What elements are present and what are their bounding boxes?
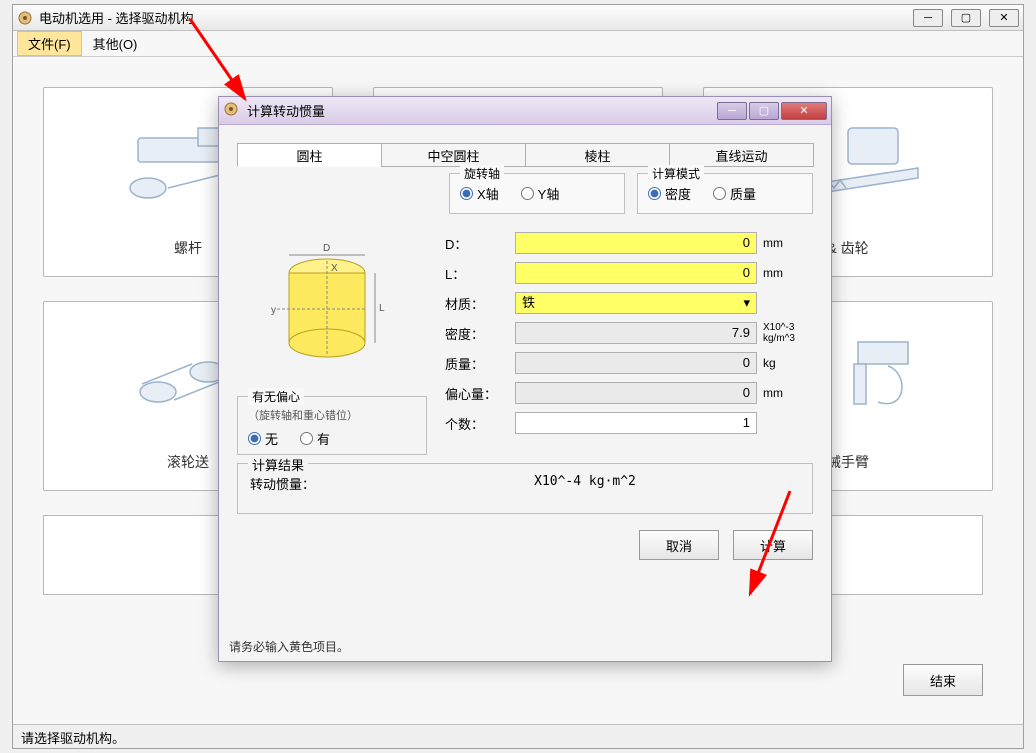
result-label: 转动惯量： [250,474,370,493]
radio-eccentric-no[interactable]: 无 [248,429,278,448]
unit-d: mm [757,236,813,250]
mode-legend: 计算模式 [648,165,704,182]
radio-density[interactable]: 密度 [648,184,691,203]
menu-other[interactable]: 其他(O) [82,31,149,56]
dialog-minimize-button[interactable]: ─ [717,102,747,120]
label-mass: 质量： [445,354,515,373]
input-count[interactable]: 1 [515,412,757,434]
main-close-button[interactable]: ✕ [989,9,1019,27]
radio-eccentric-yes[interactable]: 有 [300,429,330,448]
label-l: L： [445,264,515,283]
label-count: 个数： [445,414,515,433]
radio-x-label: X轴 [477,184,499,203]
label-d: D： [445,234,515,253]
label-density: 密度： [445,324,515,343]
main-minimize-button[interactable]: ─ [913,9,943,27]
result-value: X10^-4 kg·m^2 [370,474,800,493]
axis-groupbox: 旋转轴 X轴 Y轴 [449,173,625,214]
app-icon [17,10,33,26]
inertia-dialog: 计算转动惯量 ─ ▢ ✕ 圆柱 中空圆柱 棱柱 直线运动 旋转轴 X轴 Y轴 计… [218,96,832,662]
input-mass: 0 [515,352,757,374]
main-titlebar: 电动机选用 - 选择驱动机构 ─ ▢ ✕ [13,5,1023,31]
svg-text:X: X [331,263,338,274]
eccentric-subtitle: （旋转轴和重心错位） [248,407,416,423]
input-eccentric-amount: 0 [515,382,757,404]
select-material[interactable]: 铁 ▾ [515,292,757,314]
parameter-form: D： 0 mm L： 0 mm 材质： 铁 ▾ 密度： 7.9 X10 [445,228,813,455]
svg-text:D: D [323,243,330,254]
tab-prism[interactable]: 棱柱 [525,143,670,167]
tab-linear[interactable]: 直线运动 [669,143,814,167]
svg-text:L: L [379,303,385,314]
radio-yes-label: 有 [317,429,330,448]
tab-hollow-cylinder[interactable]: 中空圆柱 [381,143,526,167]
radio-x-axis[interactable]: X轴 [460,184,499,203]
unit-eccentric: mm [757,386,813,400]
main-maximize-button[interactable]: ▢ [951,9,981,27]
main-statusbar: 请选择驱动机构。 [13,724,1023,748]
main-status-text: 请选择驱动机构。 [21,731,125,746]
shape-tabs: 圆柱 中空圆柱 棱柱 直线运动 [237,143,813,167]
dialog-maximize-button[interactable]: ▢ [749,102,779,120]
dialog-close-button[interactable]: ✕ [781,102,827,120]
unit-mass: kg [757,356,813,370]
footer-end: 结束 [903,664,983,696]
tab-cylinder[interactable]: 圆柱 [237,143,382,167]
cancel-button-label: 取消 [666,536,692,555]
menu-file[interactable]: 文件(F) [17,31,82,56]
input-density: 7.9 [515,322,757,344]
dialog-titlebar: 计算转动惯量 ─ ▢ ✕ [219,97,831,125]
cancel-button[interactable]: 取消 [639,530,719,560]
eccentric-groupbox: 有无偏心 （旋转轴和重心错位） 无 有 [237,396,427,455]
eccentric-legend: 有无偏心 [248,388,304,405]
radio-y-axis[interactable]: Y轴 [521,184,560,203]
cylinder-diagram: D X L y [237,228,427,388]
result-legend: 计算结果 [248,455,308,474]
radio-no-label: 无 [265,429,278,448]
menubar: 文件(F) 其他(O) [13,31,1023,57]
unit-density: X10^-3 kg/m^3 [757,322,813,344]
dialog-status-text: 请务必输入黄色项目。 [229,638,349,655]
calculate-button[interactable]: 计算 [733,530,813,560]
main-window-title: 电动机选用 - 选择驱动机构 [39,8,913,27]
radio-mass[interactable]: 质量 [713,184,756,203]
input-l[interactable]: 0 [515,262,757,284]
dialog-title: 计算转动惯量 [243,101,715,120]
axis-legend: 旋转轴 [460,165,504,182]
label-material: 材质： [445,294,515,313]
result-groupbox: 计算结果 转动惯量： X10^-4 kg·m^2 [237,463,813,514]
input-d[interactable]: 0 [515,232,757,254]
calculate-button-label: 计算 [760,536,786,555]
chevron-down-icon: ▾ [743,293,750,313]
dialog-app-icon [223,101,239,120]
unit-l: mm [757,266,813,280]
select-material-value: 铁 [522,295,535,310]
end-button-label: 结束 [930,671,956,690]
radio-y-label: Y轴 [538,184,560,203]
end-button[interactable]: 结束 [903,664,983,696]
label-eccentric-amount: 偏心量： [445,384,515,403]
radio-density-label: 密度 [665,184,691,203]
svg-text:y: y [271,305,276,316]
radio-mass-label: 质量 [730,184,756,203]
mode-groupbox: 计算模式 密度 质量 [637,173,813,214]
